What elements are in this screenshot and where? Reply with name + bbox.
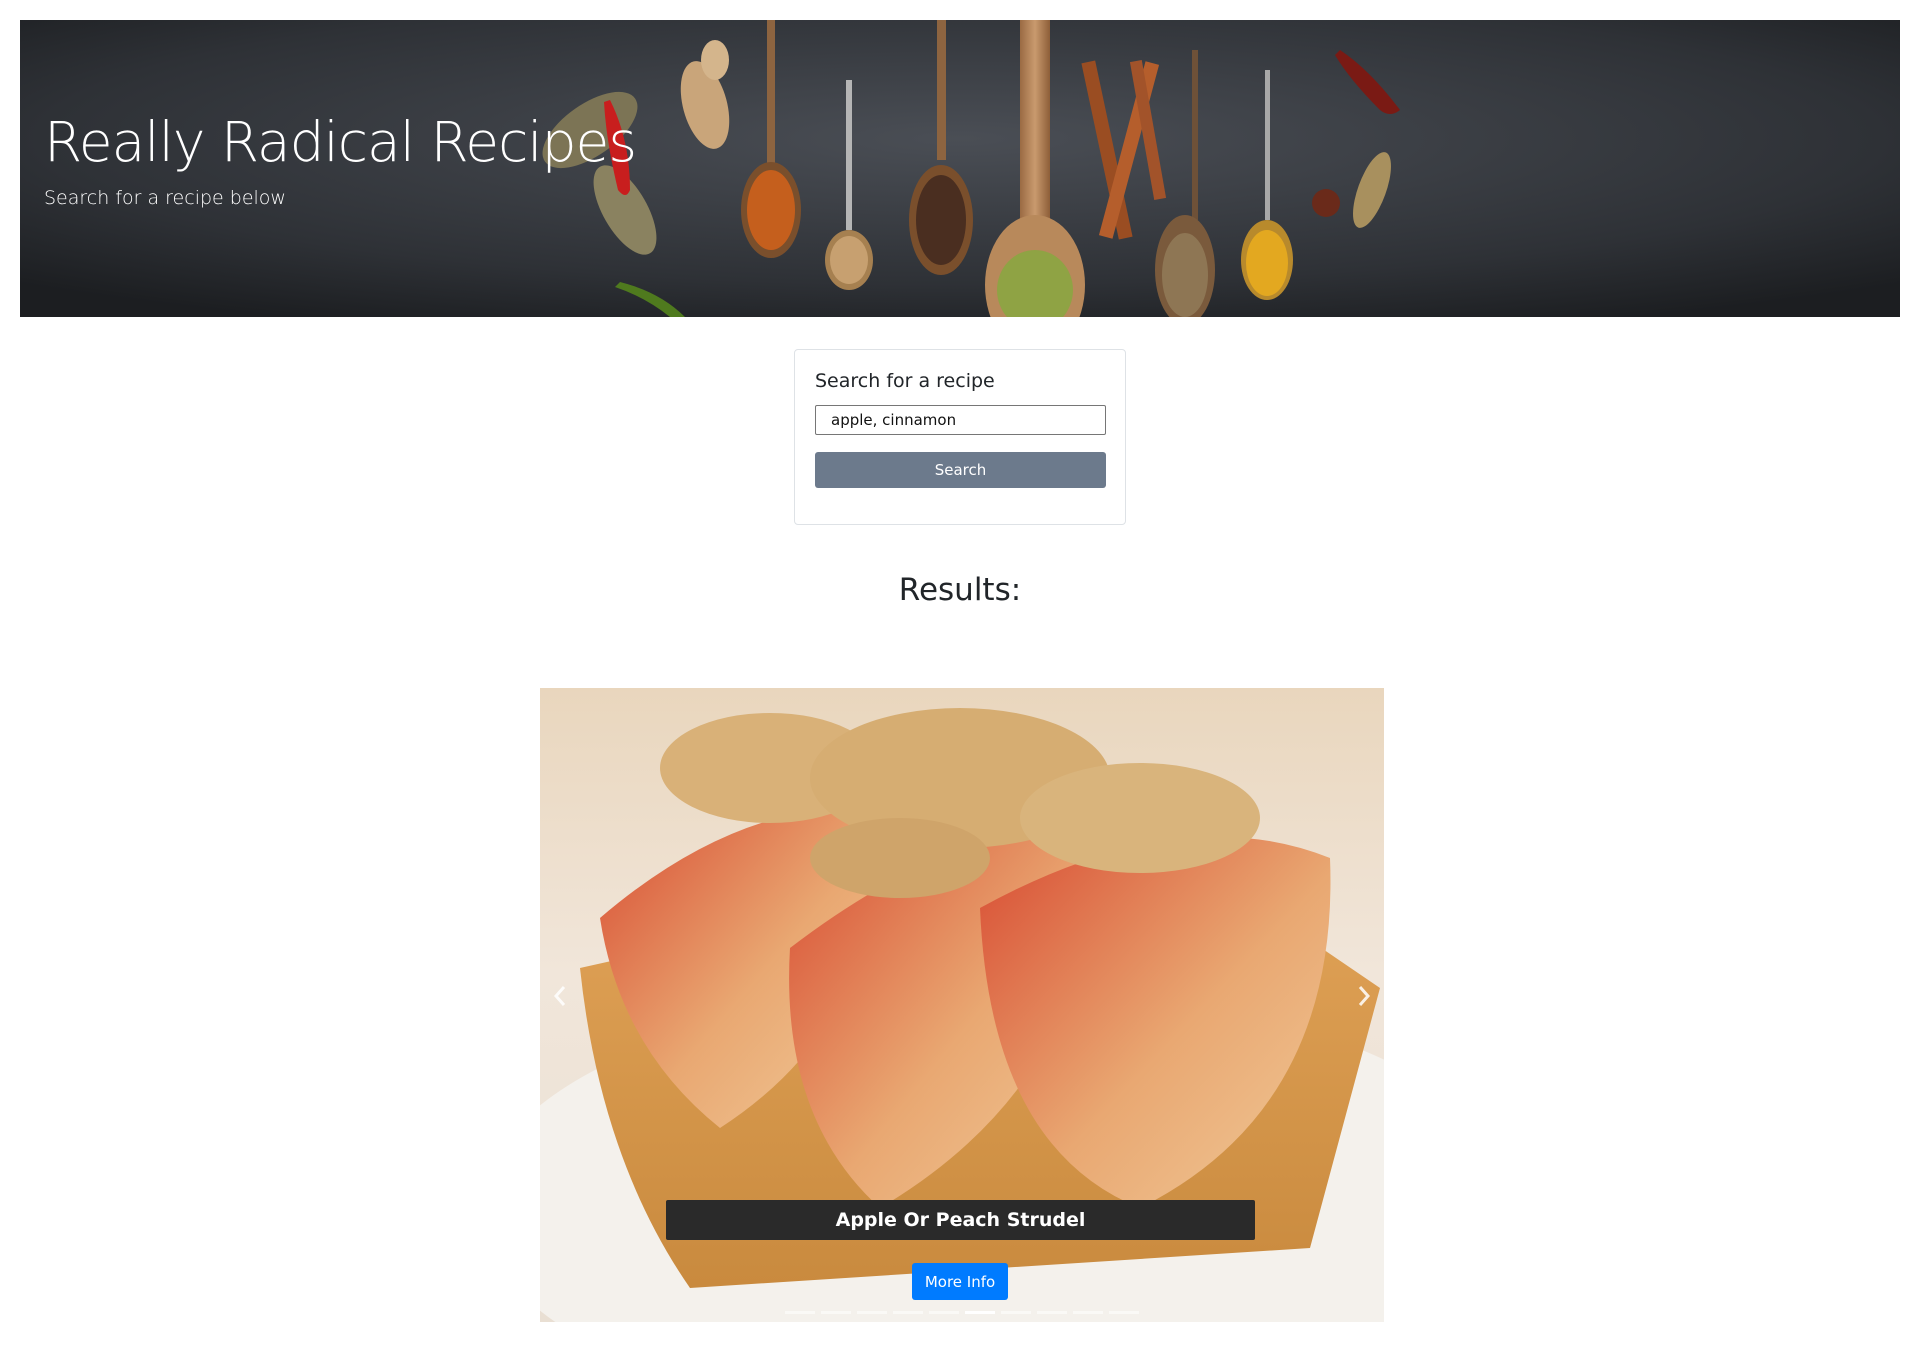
search-label: Search for a recipe [815,370,995,392]
carousel-prev-button[interactable] [540,966,580,1026]
carousel-indicator[interactable] [1109,1311,1139,1314]
carousel-indicator[interactable] [857,1311,887,1314]
carousel-indicator[interactable] [929,1311,959,1314]
carousel-indicator[interactable] [1037,1311,1067,1314]
carousel-indicators [540,1311,1384,1317]
recipe-carousel: Apple Or Peach Strudel More Info [540,688,1384,1322]
more-info-button[interactable]: More Info [912,1263,1008,1300]
site-subtitle: Search for a recipe below [44,187,286,209]
chevron-right-icon [1358,986,1371,1006]
carousel-indicator[interactable] [965,1311,995,1314]
carousel-indicator[interactable] [821,1311,851,1314]
carousel-next-button[interactable] [1344,966,1384,1026]
hero-banner: Really Radical Recipes Search for a reci… [20,20,1900,317]
search-card: Search for a recipe Search [794,349,1126,525]
site-title: Really Radical Recipes [44,110,637,174]
carousel-indicator[interactable] [785,1311,815,1314]
results-heading: Results: [898,572,1022,608]
recipe-title: Apple Or Peach Strudel [666,1200,1255,1240]
carousel-indicator[interactable] [1073,1311,1103,1314]
carousel-indicator[interactable] [893,1311,923,1314]
search-button[interactable]: Search [815,452,1106,488]
carousel-indicator[interactable] [1001,1311,1031,1314]
chevron-left-icon [553,986,566,1006]
search-input[interactable] [815,405,1106,435]
